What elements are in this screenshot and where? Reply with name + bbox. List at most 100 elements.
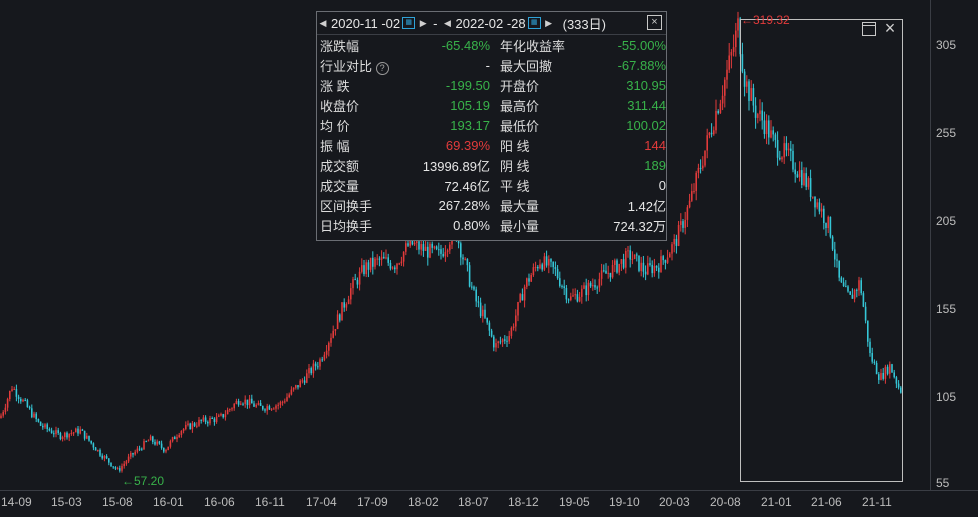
candle-body [708, 132, 711, 136]
candle-body [550, 259, 552, 262]
y-tick-label: 255 [936, 126, 957, 140]
candle-body [717, 111, 719, 114]
candle-body [233, 403, 235, 409]
x-tick-label: 16-01 [153, 495, 184, 509]
candle-body [218, 415, 220, 417]
start-date[interactable]: 2020-11 -02 [329, 16, 402, 31]
day-count: (333日) [562, 16, 606, 32]
candle-body [242, 403, 244, 405]
stats-row: 振 幅 69.39% 阳 线 144 [317, 135, 666, 155]
stat-label: 开盘价 [500, 78, 540, 94]
stat-value: 69.39% [445, 137, 490, 153]
range-close-icon[interactable]: × [881, 19, 899, 37]
start-next-icon[interactable]: ▶ [417, 18, 429, 29]
candle-body [427, 246, 429, 258]
candle-body [169, 441, 172, 447]
candle-body [321, 359, 323, 361]
candle-body [266, 406, 268, 411]
stats-row: 日均换手 0.80% 最小量 724.32万 [317, 215, 666, 235]
candle-body [464, 258, 466, 260]
candle-body [339, 314, 341, 321]
x-tick-label: 20-03 [659, 495, 690, 509]
range-selection-box[interactable] [740, 19, 903, 482]
candle-body [303, 380, 306, 383]
candle-body [224, 414, 227, 418]
candle-body [618, 263, 620, 273]
candle-body [336, 314, 339, 330]
candle-body [497, 341, 499, 344]
candle-body [108, 458, 110, 463]
candle-body [385, 257, 387, 259]
candle-body [438, 249, 440, 251]
stats-row: 区间换手 267.28% 最大量 1.42亿 [317, 195, 666, 215]
calendar-icon[interactable]: ▦ [527, 17, 541, 29]
candle-body [684, 219, 686, 228]
stat-label: 成交额 [320, 158, 360, 174]
stat-value: 267.28% [438, 197, 490, 213]
candle-body [314, 363, 317, 367]
candle-body [629, 250, 631, 260]
candle-body [308, 368, 310, 374]
maximize-button[interactable] [862, 22, 876, 36]
candle-body [125, 461, 128, 464]
candle-body [244, 399, 246, 404]
candle-body [361, 265, 363, 272]
candle-body [402, 251, 405, 262]
y-axis-line [930, 0, 931, 490]
stats-row: 收盘价 105.19 最高价 311.44 [317, 95, 666, 115]
calendar-icon[interactable]: ▦ [402, 17, 416, 29]
candle-body [255, 404, 257, 407]
candle-body [59, 432, 62, 440]
candle-body [407, 243, 409, 246]
candle-body [730, 52, 733, 56]
candle-body [644, 271, 647, 275]
candle-body [176, 436, 178, 440]
start-prev-icon[interactable]: ◀ [317, 18, 329, 29]
candle-body [158, 441, 161, 444]
candle-body [372, 257, 374, 267]
stat-value: 13996.89亿 [422, 158, 490, 174]
candle-body [189, 423, 191, 430]
stat-value: 193.17 [450, 117, 490, 133]
candle-body [132, 452, 134, 455]
candle-body [442, 253, 444, 257]
candle-body [471, 286, 473, 288]
candle-body [81, 429, 84, 431]
candle-body [99, 449, 101, 456]
candle-body [396, 263, 398, 270]
candle-body [121, 466, 123, 471]
candle-body [523, 286, 526, 301]
stat-value: 189 [644, 157, 666, 173]
candle-body [376, 258, 378, 260]
x-tick-label: 21-01 [761, 495, 792, 509]
candle-body [79, 429, 81, 434]
candle-body [277, 404, 279, 406]
candle-body [405, 243, 407, 252]
candle-body [537, 267, 539, 269]
candle-body [387, 257, 389, 263]
candle-body [44, 424, 46, 428]
x-tick-label: 19-05 [559, 495, 590, 509]
stat-label: 最小量 [500, 218, 540, 234]
candle-body [127, 456, 130, 462]
candle-body [75, 428, 77, 433]
candle-body [596, 287, 598, 289]
candle-body [116, 468, 119, 470]
x-tick-label: 18-02 [408, 495, 439, 509]
end-prev-icon[interactable]: ◀ [442, 18, 454, 29]
candle-body [306, 373, 308, 383]
end-date[interactable]: 2022-02 -28 [454, 16, 528, 31]
close-icon[interactable]: × [647, 15, 662, 30]
candle-body [655, 265, 658, 268]
candle-body [642, 262, 645, 272]
candle-body [651, 264, 653, 274]
candle-body [556, 268, 559, 279]
stats-row: 行业对比 ? - 最大回撤 -67.88% [317, 55, 666, 75]
end-next-icon[interactable]: ▶ [543, 18, 555, 29]
candle-body [552, 261, 554, 268]
candle-body [622, 259, 625, 268]
candle-body [715, 111, 717, 131]
candle-body [510, 327, 513, 336]
candle-body [4, 407, 7, 412]
x-tick-label: 16-11 [255, 495, 285, 509]
